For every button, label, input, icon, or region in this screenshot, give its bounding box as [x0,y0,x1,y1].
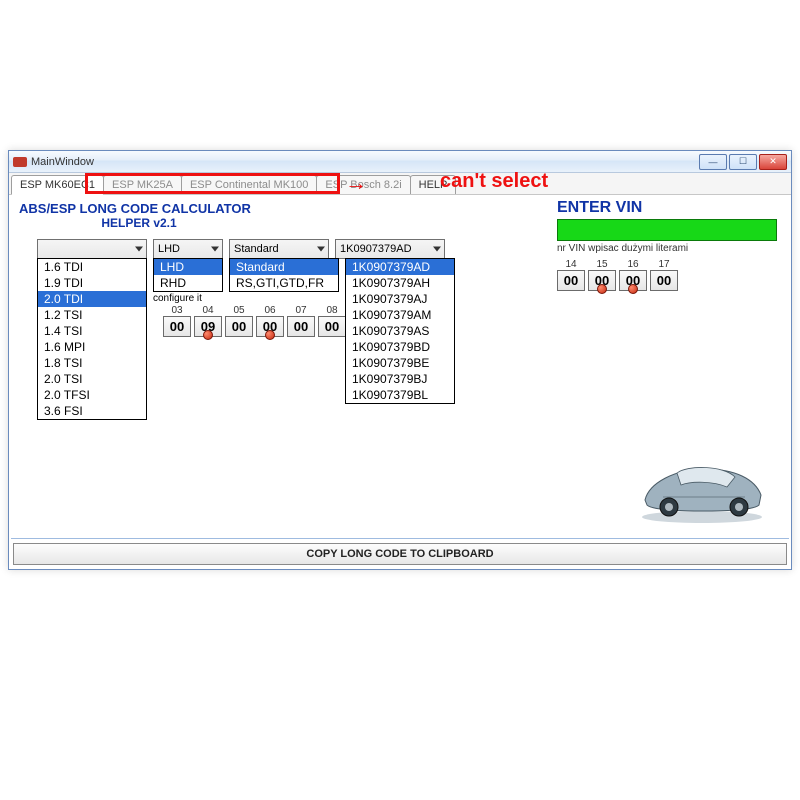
client-area: ABS/ESP LONG CODE CALCULATOR HELPER v2.1… [9,195,791,569]
byte-value[interactable]: 09 [194,316,222,337]
drive-combo[interactable]: LHD [153,239,223,259]
configure-note: configure it [153,293,202,304]
byte-cell: 0409 [194,305,222,337]
byte-cell: 0500 [225,305,253,337]
dropdown-option[interactable]: 1K0907379BD [346,339,454,355]
byte-cell: 1500 [588,259,616,291]
main-window: MainWindow — ☐ ✕ ESP MK60EC1 ESP MK25A E… [8,150,792,570]
byte-cell: 0700 [287,305,315,337]
byte-cell: 1700 [650,259,678,291]
dropdown-option[interactable]: 2.0 TDI [38,291,146,307]
dropdown-option[interactable]: 1K0907379AM [346,307,454,323]
vin-input[interactable] [557,219,777,241]
byte-value[interactable]: 00 [225,316,253,337]
tab-esp-mk60ec1[interactable]: ESP MK60EC1 [11,175,104,195]
chevron-down-icon [135,247,143,252]
variant-combo-value: Standard [234,243,279,255]
dropdown-option[interactable]: RS,GTI,GTD,FR [230,275,338,291]
window-controls: — ☐ ✕ [697,154,787,170]
drive-combo-value: LHD [158,243,180,255]
dropdown-option[interactable]: 1K0907379AD [346,259,454,275]
byte-cell: 1400 [557,259,585,291]
byte-value[interactable]: 00 [163,316,191,337]
chevron-down-icon [433,247,441,252]
byte-label: 14 [557,259,585,270]
dropdown-option[interactable]: 1.8 TSI [38,355,146,371]
dropdown-option[interactable]: 1K0907379BE [346,355,454,371]
part-dropdown[interactable]: 1K0907379AD1K0907379AH1K0907379AJ1K09073… [345,258,455,404]
page-title: ABS/ESP LONG CODE CALCULATOR [19,201,781,216]
dropdown-option[interactable]: 1K0907379AS [346,323,454,339]
app-icon [13,157,27,167]
byte-value[interactable]: 00 [256,316,284,337]
tab-esp-continental-mk100: ESP Continental MK100 [181,175,317,194]
variant-combo[interactable]: Standard [229,239,329,259]
copy-long-code-button[interactable]: COPY LONG CODE TO CLIPBOARD [13,543,787,565]
dropdown-option[interactable]: 1K0907379BJ [346,371,454,387]
byte-label: 04 [194,305,222,316]
part-combo[interactable]: 1K0907379AD [335,239,445,259]
tab-esp-bosch-82i: ESP Bosch 8.2i [316,175,410,194]
byte-cell: 1600 [619,259,647,291]
engine-dropdown[interactable]: 1.6 TDI1.9 TDI2.0 TDI1.2 TSI1.4 TSI1.6 M… [37,258,147,420]
tabstrip: ESP MK60EC1 ESP MK25A ESP Continental MK… [9,173,791,195]
vin-label: ENTER VIN [557,199,642,217]
dropdown-option[interactable]: 2.0 TFSI [38,387,146,403]
byte-label: 17 [650,259,678,270]
byte-value[interactable]: 00 [650,270,678,291]
close-button[interactable]: ✕ [759,154,787,170]
dropdown-option[interactable]: 1K0907379AJ [346,291,454,307]
byte-value[interactable]: 00 [318,316,346,337]
byte-value[interactable]: 00 [557,270,585,291]
byte-label: 05 [225,305,253,316]
chevron-down-icon [317,247,325,252]
byte-label: 16 [619,259,647,270]
dropdown-option[interactable]: 2.0 TSI [38,371,146,387]
byte-label: 07 [287,305,315,316]
variant-dropdown[interactable]: StandardRS,GTI,GTD,FR [229,258,339,292]
dropdown-option[interactable]: LHD [154,259,222,275]
byte-value[interactable]: 00 [619,270,647,291]
maximize-button[interactable]: ☐ [729,154,757,170]
byte-value[interactable]: 00 [588,270,616,291]
byte-cell: 0300 [163,305,191,337]
engine-combo[interactable] [37,239,147,259]
tab-help[interactable]: HELP [410,175,457,194]
byte-cell: 0800 [318,305,346,337]
byte-label: 06 [256,305,284,316]
dropdown-option[interactable]: 1.6 MPI [38,339,146,355]
dropdown-option[interactable]: Standard [230,259,338,275]
separator [11,538,789,539]
dropdown-option[interactable]: 1K0907379BL [346,387,454,403]
chevron-down-icon [211,247,219,252]
dropdown-option[interactable]: RHD [154,275,222,291]
dropdown-option[interactable]: 1.4 TSI [38,323,146,339]
byte-cell: 0600 [256,305,284,337]
vin-hint: nr VIN wpisac dużymi literami [557,243,688,254]
byte-value[interactable]: 00 [287,316,315,337]
tab-esp-mk25a: ESP MK25A [103,175,182,194]
dropdown-option[interactable]: 1.9 TDI [38,275,146,291]
byte-label: 15 [588,259,616,270]
dropdown-option[interactable]: 1K0907379AH [346,275,454,291]
dropdown-option[interactable]: 1.6 TDI [38,259,146,275]
byte-group-right: 1400150016001700 [557,259,678,291]
car-image [627,445,777,525]
titlebar[interactable]: MainWindow — ☐ ✕ [9,151,791,173]
byte-label: 03 [163,305,191,316]
dropdown-option[interactable]: 3.6 FSI [38,403,146,419]
byte-group-left: 030004090500060007000800 [163,305,346,337]
drive-dropdown[interactable]: LHDRHD [153,258,223,292]
dropdown-option[interactable]: 1.2 TSI [38,307,146,323]
page-subtitle: HELPER v2.1 [19,216,259,230]
window-title: MainWindow [31,156,697,168]
minimize-button[interactable]: — [699,154,727,170]
part-combo-value: 1K0907379AD [340,243,412,255]
byte-label: 08 [318,305,346,316]
